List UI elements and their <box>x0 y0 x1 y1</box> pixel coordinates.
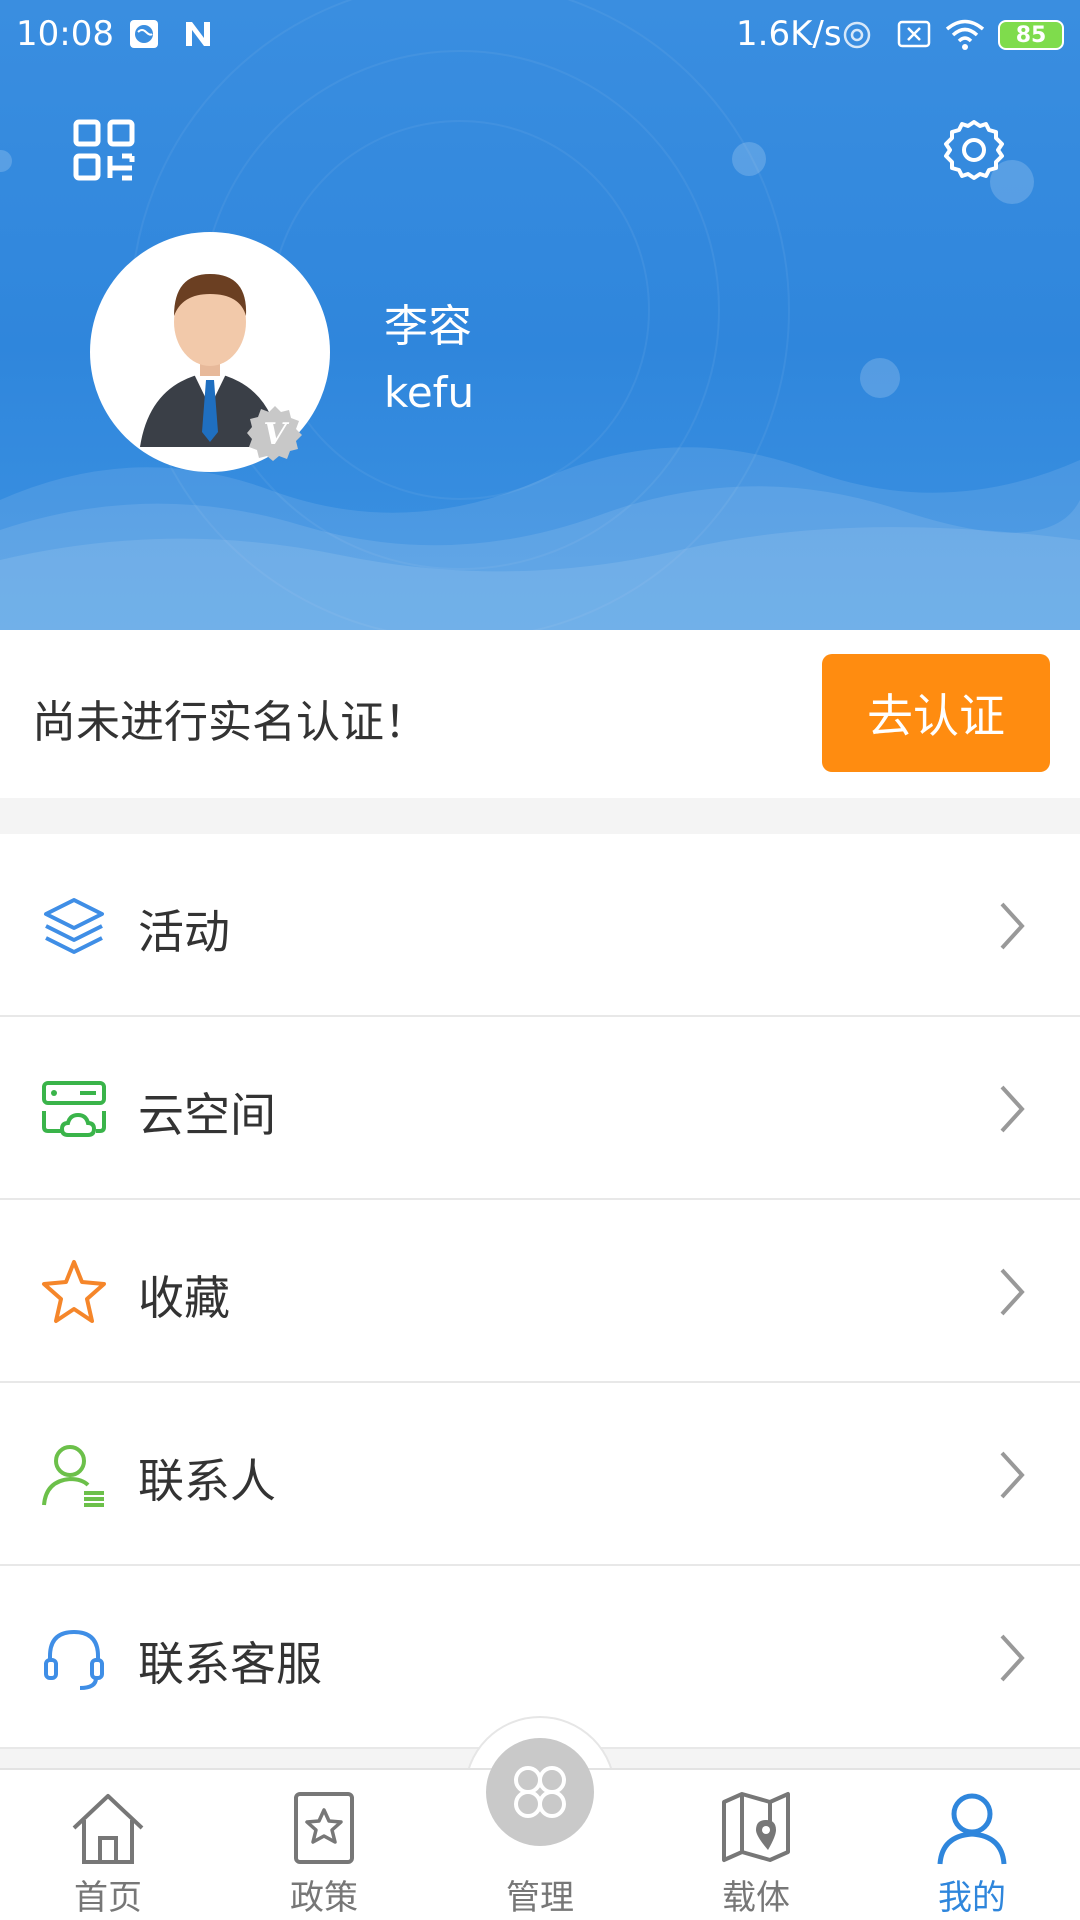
nav-item-policy[interactable]: 政策 <box>244 1770 404 1920</box>
profile-menu: 活动 云空间 收藏 联系人 联系客服 <box>0 834 1080 1749</box>
map-icon <box>722 1792 790 1862</box>
network-speed: 1.6K/s <box>736 14 842 54</box>
nav-label-manage: 管理 <box>506 1878 574 1918</box>
status-bar: 10:08 1.6K/s 85 <box>0 0 1080 74</box>
cloud-server-icon <box>42 1081 106 1137</box>
menu-item-activities[interactable]: 活动 <box>0 834 1080 1017</box>
headset-icon <box>44 1629 104 1690</box>
nav-item-home[interactable]: 首页 <box>28 1770 188 1920</box>
profile-header: 10:08 1.6K/s 85 V 李容 kefu <box>0 0 1080 630</box>
chevron-right-icon <box>1000 1268 1025 1316</box>
user-account: kefu <box>384 368 475 417</box>
n-app-icon <box>186 22 210 46</box>
menu-item-label: 联系人 <box>138 1454 276 1508</box>
menu-item-favorites[interactable]: 收藏 <box>0 1200 1080 1383</box>
battery-indicator: 85 <box>998 20 1064 50</box>
verification-banner: 尚未进行实名认证！ 去认证 <box>0 630 1080 798</box>
verify-button[interactable]: 去认证 <box>822 654 1050 772</box>
verification-status-text: 尚未进行实名认证！ <box>32 697 428 748</box>
decor-bubble <box>860 358 900 398</box>
menu-item-label: 收藏 <box>138 1271 230 1325</box>
chevron-right-icon <box>1000 1451 1025 1499</box>
menu-item-label: 活动 <box>138 905 230 959</box>
contact-icon <box>42 1445 104 1507</box>
menu-item-cloud-space[interactable]: 云空间 <box>0 1017 1080 1200</box>
menu-item-contacts[interactable]: 联系人 <box>0 1383 1080 1566</box>
user-name: 李容 <box>384 301 472 352</box>
chevron-right-icon <box>1000 1634 1025 1682</box>
menu-item-label: 云空间 <box>138 1088 276 1142</box>
nav-item-manage-fab[interactable] <box>486 1738 594 1846</box>
layers-icon <box>44 898 104 954</box>
decor-bubble <box>0 150 12 172</box>
decor-bubble <box>732 142 766 176</box>
policy-icon <box>294 1792 354 1864</box>
sim-off-icon <box>897 20 931 48</box>
nav-item-mine[interactable]: 我的 <box>892 1770 1052 1920</box>
nav-label: 载体 <box>722 1878 790 1918</box>
qr-code-icon[interactable] <box>72 118 136 182</box>
nav-label: 我的 <box>938 1878 1006 1918</box>
nav-label: 政策 <box>290 1878 358 1918</box>
wave-decoration <box>0 447 1080 630</box>
clover-icon <box>514 1766 566 1818</box>
chevron-right-icon <box>1000 1085 1025 1133</box>
gear-icon[interactable] <box>942 118 1006 182</box>
battery-level: 85 <box>1015 22 1047 48</box>
user-icon <box>937 1793 1007 1865</box>
nav-item-carrier[interactable]: 载体 <box>676 1770 836 1920</box>
home-icon <box>72 1794 144 1864</box>
status-time: 10:08 <box>16 14 114 54</box>
chevron-right-icon <box>1000 902 1025 950</box>
nav-label: 首页 <box>74 1878 142 1918</box>
globe-app-icon <box>130 20 158 48</box>
menu-item-label: 联系客服 <box>138 1637 322 1691</box>
star-icon <box>42 1260 106 1323</box>
wifi-icon <box>945 19 985 50</box>
hotspot-icon <box>843 21 871 49</box>
